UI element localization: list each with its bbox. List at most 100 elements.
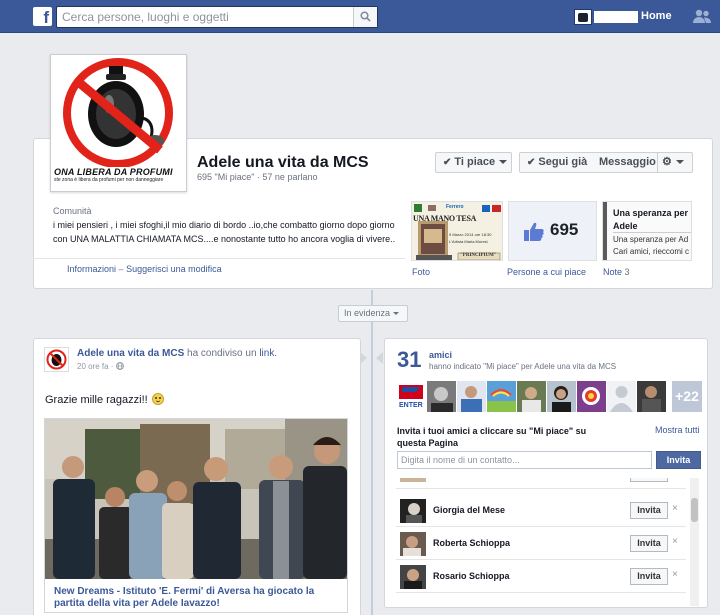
invite-friend-button[interactable] xyxy=(630,478,668,482)
enter-logo-text: ENTER xyxy=(399,402,423,409)
shared-link-card[interactable]: New Dreams - Istituto 'E. Fermi' di Aver… xyxy=(44,418,348,613)
friend-photo xyxy=(400,565,426,589)
page-category[interactable]: Comunità xyxy=(53,206,92,216)
notes-tile[interactable]: Una speranza per Adele Una speranza per … xyxy=(602,201,692,261)
like-button[interactable]: ✔ Ti piace xyxy=(435,152,512,173)
note-binding xyxy=(603,202,607,260)
about-links: Informazioni – Suggerisci una modifica xyxy=(67,264,222,274)
check-icon: ✔ xyxy=(443,157,452,168)
check-icon: ✔ xyxy=(527,157,536,168)
friend-face[interactable]: ENTER xyxy=(397,381,426,412)
list-item xyxy=(396,478,686,489)
note-title: Una speranza per xyxy=(613,208,689,218)
friend-face[interactable] xyxy=(427,381,456,412)
user-name-redacted[interactable] xyxy=(594,11,638,23)
smiley-icon xyxy=(151,393,164,405)
friend-face[interactable] xyxy=(577,381,606,412)
poster-banner: UNA MANO TESA xyxy=(413,214,477,223)
highlight-filter-button[interactable]: In evidenza xyxy=(338,305,408,322)
search-icon xyxy=(360,11,371,22)
photos-tab-link[interactable]: Foto xyxy=(412,267,430,277)
close-icon[interactable]: × xyxy=(672,569,678,580)
friend-name[interactable]: Giorgia del Mese xyxy=(433,505,505,515)
settings-button[interactable]: ⚙ xyxy=(657,152,693,173)
post-author-link[interactable]: Adele una vita da MCS xyxy=(77,348,184,359)
group-photo-image xyxy=(45,419,347,579)
search-input[interactable] xyxy=(62,7,352,27)
friends-icon[interactable] xyxy=(692,9,712,24)
gear-icon: ⚙ xyxy=(662,156,672,168)
show-all-link[interactable]: Mostra tutti xyxy=(655,425,700,435)
friend-name[interactable]: Rosario Schioppa xyxy=(433,571,510,581)
friend-name[interactable]: Roberta Schioppa xyxy=(433,538,510,548)
invite-friend-button[interactable]: Invita xyxy=(630,568,668,585)
likes-tab-link[interactable]: Persone a cui piace xyxy=(507,267,586,277)
friends-pointer xyxy=(376,352,383,364)
friend-face[interactable] xyxy=(547,381,576,412)
post-pointer xyxy=(360,352,367,364)
notes-tab-link[interactable]: Note 3 xyxy=(603,267,630,277)
poster-sign: "PRINCIPIUM" xyxy=(460,253,497,258)
message-button[interactable]: Messaggio xyxy=(592,152,658,173)
invite-friend-button[interactable]: Invita xyxy=(630,502,668,519)
invite-button[interactable]: Invita xyxy=(656,451,701,469)
profile-caption: ONA LIBERA DA PROFUMI xyxy=(54,167,173,177)
shared-link[interactable]: link. xyxy=(259,348,277,359)
divider xyxy=(613,232,691,233)
friend-face[interactable] xyxy=(517,381,546,412)
invite-friend-button[interactable]: Invita xyxy=(630,535,668,552)
close-icon[interactable]: × xyxy=(672,536,678,547)
facebook-logo-icon[interactable]: f xyxy=(33,7,52,26)
post-timestamp[interactable]: 20 ore fa · xyxy=(77,362,124,371)
friend-face[interactable] xyxy=(607,381,636,412)
timestamp-text: 20 ore fa · xyxy=(77,362,114,371)
friend-face[interactable] xyxy=(637,381,666,412)
following-button[interactable]: ✔ Segui già xyxy=(519,152,593,173)
page-title[interactable]: Adele una vita da MCS xyxy=(197,154,369,172)
friend-photo xyxy=(400,478,426,482)
friends-description: hanno indicato "Mi piace" per Adele una … xyxy=(429,362,617,371)
likes-count: 695 xyxy=(550,220,579,239)
page-profile-picture[interactable]: ONA LIBERA DA PROFUMI ste zona è libera … xyxy=(50,54,187,192)
friend-invite-list: Giorgia del Mese Invita × Roberta Schiop… xyxy=(396,478,690,606)
friend-faces-strip: ENTER xyxy=(397,381,702,412)
chevron-down-icon xyxy=(675,160,684,165)
photos-tile[interactable] xyxy=(411,201,503,261)
list-item: Rosario Schioppa Invita × xyxy=(396,560,686,593)
list-item: Giorgia del Mese Invita × xyxy=(396,494,686,527)
poster-place: L'Artista Maria Moresi xyxy=(449,239,488,244)
note-subtitle: Adele xyxy=(613,221,638,231)
shared-link-title[interactable]: New Dreams - Istituto 'E. Fermi' di Aver… xyxy=(54,586,344,610)
home-link[interactable]: Home xyxy=(641,10,672,22)
list-item: Roberta Schioppa Invita × xyxy=(396,527,686,560)
friends-label[interactable]: amici xyxy=(429,350,452,360)
scrollbar-thumb[interactable] xyxy=(691,498,698,522)
note-line-2: Cari amici, rieccomi c xyxy=(613,247,690,256)
notes-label: Note xyxy=(603,267,623,277)
post-message: Grazie mille ragazzi!! xyxy=(45,393,164,406)
user-avatar[interactable] xyxy=(574,9,592,25)
globe-icon xyxy=(115,362,124,370)
suggest-edit-link[interactable]: Suggerisci una modifica xyxy=(126,264,222,274)
friend-face[interactable] xyxy=(457,381,486,412)
top-navigation-bar: f Home xyxy=(0,0,720,33)
post-header: Adele una vita da MCS ha condiviso un li… xyxy=(77,348,277,359)
no-perfume-sign-image xyxy=(54,58,183,168)
invite-friends-title: Invita i tuoi amici a cliccare su "Mi pi… xyxy=(397,426,587,448)
likes-tile[interactable]: 695 xyxy=(508,201,597,261)
page-description: i miei pensieri , i miei sfoghi,il mio d… xyxy=(53,220,396,244)
profile-subcaption: ste zona è libera da profumi per non dan… xyxy=(54,177,164,183)
friends-count[interactable]: 31 xyxy=(397,347,421,373)
timeline-spine xyxy=(371,290,373,615)
more-friends-button[interactable]: +22 xyxy=(672,381,702,412)
post-author-avatar[interactable] xyxy=(44,347,69,372)
like-button-label: Ti piace xyxy=(454,156,496,168)
friend-face[interactable] xyxy=(487,381,516,412)
search-button[interactable] xyxy=(353,7,377,27)
poster-logo: Ferrero xyxy=(446,204,464,210)
info-link[interactable]: Informazioni xyxy=(67,264,116,274)
page-stats: 695 "Mi piace" · 57 ne parlano xyxy=(197,172,318,182)
close-icon[interactable]: × xyxy=(672,503,678,514)
contact-name-input[interactable] xyxy=(397,451,652,469)
note-line-1: Una speranza per Ad xyxy=(613,235,689,244)
